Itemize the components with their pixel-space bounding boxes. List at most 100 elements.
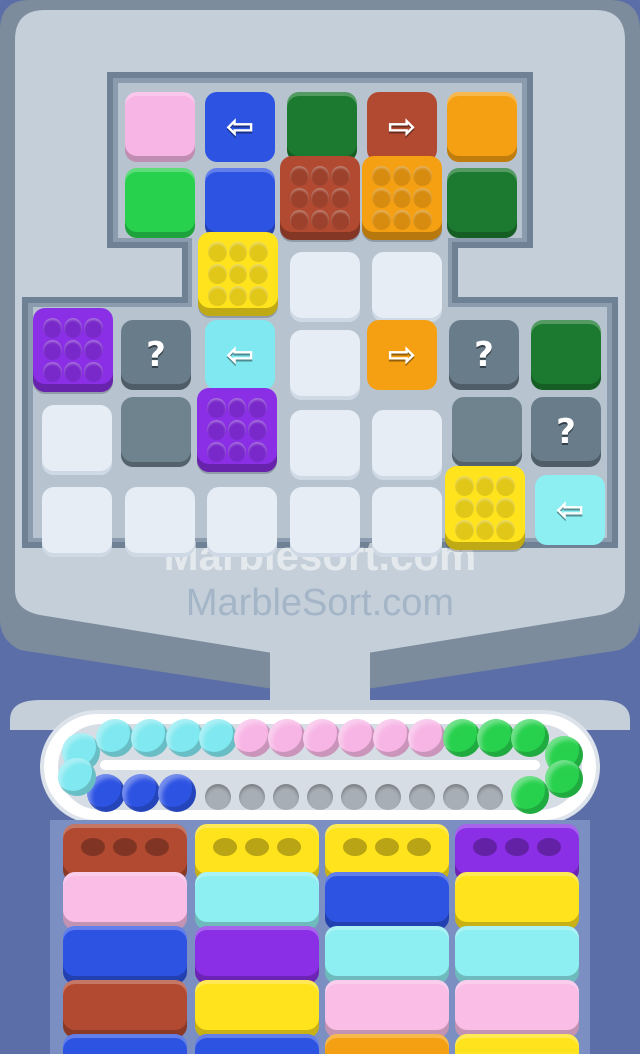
marble [338, 719, 376, 757]
marble-bin [63, 926, 187, 984]
marble-bin [455, 980, 579, 1038]
bin-hole [245, 838, 269, 856]
marble-bump [228, 286, 248, 306]
marble-box-purple[interactable] [33, 308, 113, 392]
game-screen: Marblesort.com MarbleSort.com ⇦⇨?⇦⇨??⇦ [0, 0, 640, 1054]
bin-hole [375, 838, 399, 856]
tile-cyan-left-arrow-2[interactable]: ⇦ [535, 475, 605, 545]
marble-bump [208, 286, 227, 306]
empty-marble-slot [375, 784, 401, 810]
marble-bump [63, 318, 83, 338]
left-arrow-icon: ⇦ [225, 107, 255, 147]
marble-bump [290, 188, 309, 208]
marble-bump [392, 166, 412, 186]
marble-bump [331, 166, 350, 186]
empty-marble-slot [477, 784, 503, 810]
marble-bump [248, 398, 267, 418]
marble [234, 719, 272, 757]
marble-bump [63, 340, 83, 360]
marble-bump [372, 166, 391, 186]
tile-brown-right-arrow[interactable]: ⇨ [367, 92, 437, 162]
tile-orange-right-arrow[interactable]: ⇨ [367, 320, 437, 390]
marble [511, 776, 549, 814]
marble [545, 760, 583, 798]
mystery-tile[interactable]: ? [449, 320, 519, 390]
tile-green [125, 168, 195, 238]
marble-bump [310, 210, 330, 230]
marble-bump [227, 398, 247, 418]
bin-hole [407, 838, 431, 856]
marble-bump [310, 188, 330, 208]
marble-bin [195, 872, 319, 930]
marble-bump [227, 442, 247, 462]
empty-cell [290, 487, 360, 557]
empty-marble-slot [205, 784, 231, 810]
marble-bump [496, 498, 515, 518]
marble [443, 719, 481, 757]
marble-bump [249, 264, 268, 284]
marble [122, 774, 160, 812]
marble-bump [331, 210, 350, 230]
marble [511, 719, 549, 757]
marble-bump [248, 442, 267, 462]
marble-box-purple-2[interactable] [197, 388, 277, 472]
marble-bump [455, 520, 474, 540]
marble-bump [249, 286, 268, 306]
mystery-tile[interactable]: ? [121, 320, 191, 390]
empty-cell [125, 487, 195, 557]
bin-hole [113, 838, 137, 856]
marble-bin [63, 1034, 187, 1054]
tile-blue-left-arrow[interactable]: ⇦ [205, 92, 275, 162]
tile-darkgreen [287, 92, 357, 162]
marble-bin [455, 872, 579, 930]
marble-bump [63, 362, 83, 382]
marble-box-orange[interactable] [362, 156, 442, 240]
marble [373, 719, 411, 757]
marble-bump [84, 340, 103, 360]
bin-hole [81, 838, 105, 856]
marble-bump [227, 420, 247, 440]
marble-bump [290, 166, 309, 186]
marble [96, 719, 134, 757]
marble-bump [43, 318, 62, 338]
marble-bump [208, 242, 227, 262]
marble-bump [496, 520, 515, 540]
left-arrow-icon: ⇦ [555, 490, 585, 530]
marble-box-yellow[interactable] [198, 232, 278, 316]
marble-bump [475, 520, 495, 540]
empty-cell [42, 405, 112, 475]
marble-bump [207, 398, 226, 418]
empty-cell [372, 410, 442, 480]
marble [131, 719, 169, 757]
bin-hole [343, 838, 367, 856]
gray-cell [121, 397, 191, 467]
mystery-tile[interactable]: ? [531, 397, 601, 467]
tile-cyan-left-arrow[interactable]: ⇦ [205, 320, 275, 390]
bin-hole [537, 838, 561, 856]
empty-cell [372, 487, 442, 557]
bin-hole [473, 838, 497, 856]
question-icon: ? [146, 335, 166, 375]
marble [58, 758, 96, 796]
marble-bump [392, 188, 412, 208]
marble-bump [331, 188, 350, 208]
marble-bin [455, 1034, 579, 1054]
tile-darkgreen-3 [531, 320, 601, 390]
marble-box-yellow-2[interactable] [445, 466, 525, 550]
marble-bin [195, 1034, 319, 1054]
empty-marble-slot [443, 784, 469, 810]
bin-hole [145, 838, 169, 856]
left-arrow-icon: ⇦ [225, 335, 255, 375]
bin-hole [505, 838, 529, 856]
marble-bump [228, 264, 248, 284]
marble-bump [310, 166, 330, 186]
marble-box-brown[interactable] [280, 156, 360, 240]
marble-bin [325, 980, 449, 1038]
marble [158, 774, 196, 812]
marble-bump [249, 242, 268, 262]
marble-bump [475, 476, 495, 496]
empty-cell [207, 487, 277, 557]
empty-cell [42, 487, 112, 557]
empty-marble-slot [341, 784, 367, 810]
marble-bump [248, 420, 267, 440]
